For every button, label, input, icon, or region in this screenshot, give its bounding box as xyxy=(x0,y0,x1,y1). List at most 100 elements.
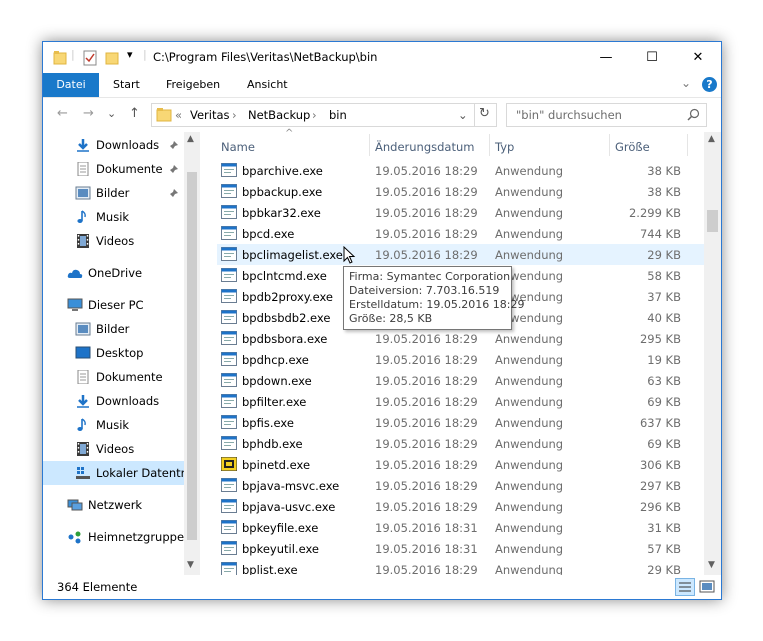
table-row[interactable]: bpkeyfile.exe 19.05.2016 18:31 Anwendung 31… xyxy=(217,517,704,538)
breadcrumb-netbackup[interactable]: NetBackup xyxy=(248,108,310,122)
sidebar-item-lokaler-datentraeger[interactable]: Lokaler Datenträ xyxy=(43,461,200,485)
sidebar-item-dieser-pc[interactable]: Dieser PC xyxy=(43,294,200,316)
navigation-pane: Downloads Dokumente Bilder Musik Videos … xyxy=(43,132,200,575)
table-row[interactable]: bpinetd.exe 19.05.2016 18:29 Anwendung 306 … xyxy=(217,454,704,475)
address-bar[interactable]: « Veritas › NetBackup › bin ⌄ ↻ xyxy=(151,103,497,127)
ribbon-expand-icon[interactable]: ⌄ xyxy=(681,76,691,90)
sidebar-item-label: OneDrive xyxy=(88,266,143,280)
sidebar-item-desktop[interactable]: Desktop xyxy=(43,342,200,364)
sidebar-item-musik-pc[interactable]: Musik xyxy=(43,414,200,436)
file-name: bpfilter.exe xyxy=(242,395,307,409)
table-row[interactable]: bpjava-usvc.exe 19.05.2016 18:29 Anwendung… xyxy=(217,496,704,517)
forward-arrow-icon[interactable]: → xyxy=(83,106,94,121)
download-arrow-icon xyxy=(77,395,89,408)
table-row[interactable]: bpclimagelist.exe 19.05.2016 18:29 Anwendu… xyxy=(217,244,704,265)
address-dropdown-icon[interactable]: ⌄ xyxy=(458,108,468,122)
customize-toolbar-icon[interactable]: ▾ xyxy=(127,48,133,61)
table-row[interactable]: bparchive.exe 19.05.2016 18:29 Anwendung 38… xyxy=(217,160,704,181)
refresh-icon[interactable]: ↻ xyxy=(479,106,490,121)
up-arrow-icon[interactable]: ↑ xyxy=(129,106,140,121)
document-icon xyxy=(77,162,89,176)
scroll-down-icon[interactable]: ▼ xyxy=(708,560,715,570)
pin-icon[interactable] xyxy=(169,140,179,150)
table-row[interactable]: bpdown.exe 19.05.2016 18:29 Anwendung 63 KB xyxy=(217,370,704,391)
file-list-scroll-thumb[interactable] xyxy=(707,210,718,232)
tab-ansicht[interactable]: Ansicht xyxy=(247,73,288,97)
sidebar-item-musik[interactable]: Musik xyxy=(43,206,200,228)
table-row[interactable]: bpdbsbora.exe 19.05.2016 18:29 Anwendung 29… xyxy=(217,328,704,349)
column-divider[interactable] xyxy=(369,134,370,156)
table-row[interactable]: bpcd.exe 19.05.2016 18:29 Anwendung 744 KB xyxy=(217,223,704,244)
pin-icon[interactable] xyxy=(169,188,179,198)
breadcrumb-bin[interactable]: bin xyxy=(329,108,347,122)
sidebar-item-bilder-pc[interactable]: Bilder xyxy=(43,318,200,340)
table-row[interactable]: bpdhcp.exe 19.05.2016 18:29 Anwendung 19 KB xyxy=(217,349,704,370)
sidebar-item-onedrive[interactable]: OneDrive xyxy=(43,262,200,284)
search-input[interactable]: "bin" durchsuchen xyxy=(506,103,707,127)
table-row[interactable]: bphdb.exe 19.05.2016 18:29 Anwendung 69 KB xyxy=(217,433,704,454)
table-row[interactable]: bpfis.exe 19.05.2016 18:29 Anwendung 637 KB xyxy=(217,412,704,433)
details-view-icon[interactable] xyxy=(675,578,695,596)
tab-datei[interactable]: Datei xyxy=(43,73,99,97)
close-button[interactable]: ✕ xyxy=(675,42,721,73)
back-arrow-icon[interactable]: ← xyxy=(57,106,68,121)
explorer-window: | ▾ | C:\Program Files\Veritas\NetBackup… xyxy=(42,41,722,600)
table-row[interactable]: bpfilter.exe 19.05.2016 18:29 Anwendung 69 … xyxy=(217,391,704,412)
file-type: Anwendung xyxy=(495,227,564,241)
application-exe-icon xyxy=(221,478,237,492)
film-icon xyxy=(77,234,89,248)
help-icon[interactable]: ? xyxy=(702,77,717,92)
music-note-icon xyxy=(77,418,86,431)
column-header-date[interactable]: Änderungsdatum xyxy=(375,140,474,154)
column-divider[interactable] xyxy=(687,134,688,156)
file-size: 31 KB xyxy=(647,521,681,535)
tab-start[interactable]: Start xyxy=(113,73,140,97)
column-divider[interactable] xyxy=(489,134,490,156)
file-size: 69 KB xyxy=(647,395,681,409)
column-header-type[interactable]: Typ xyxy=(495,140,514,154)
column-header-row: ^ Name Änderungsdatum Typ Größe xyxy=(217,128,704,160)
sidebar-item-downloads[interactable]: Downloads xyxy=(43,134,200,156)
navigation-scroll-thumb[interactable] xyxy=(187,172,197,540)
scroll-up-icon[interactable]: ▲ xyxy=(187,134,194,144)
breadcrumb-veritas[interactable]: Veritas xyxy=(190,108,230,122)
maximize-button[interactable]: ☐ xyxy=(629,42,675,73)
column-divider[interactable] xyxy=(609,134,610,156)
file-name: bphdb.exe xyxy=(242,437,303,451)
sidebar-item-dokumente[interactable]: Dokumente xyxy=(43,158,200,180)
column-header-size[interactable]: Größe xyxy=(615,140,650,154)
table-row[interactable]: bpbackup.exe 19.05.2016 18:29 Anwendung 38 … xyxy=(217,181,704,202)
file-size: 297 KB xyxy=(639,479,681,493)
file-date: 19.05.2016 18:29 xyxy=(375,479,478,493)
column-header-name[interactable]: Name xyxy=(221,140,255,154)
large-icons-view-icon[interactable] xyxy=(698,578,716,596)
recent-locations-icon[interactable]: ⌄ xyxy=(107,107,116,120)
navigation-scrollbar[interactable]: ▲ ▼ xyxy=(184,132,200,575)
file-name: bpclimagelist.exe xyxy=(242,248,343,262)
desktop-icon xyxy=(75,346,91,359)
sidebar-item-videos[interactable]: Videos xyxy=(43,230,200,252)
properties-icon[interactable] xyxy=(83,50,97,66)
new-folder-icon[interactable] xyxy=(105,50,119,66)
file-name: bpjava-msvc.exe xyxy=(242,479,340,493)
tab-freigeben[interactable]: Freigeben xyxy=(166,73,220,97)
table-row[interactable]: bpjava-msvc.exe 19.05.2016 18:29 Anwendung… xyxy=(217,475,704,496)
scroll-up-icon[interactable]: ▲ xyxy=(708,134,715,144)
sidebar-item-bilder[interactable]: Bilder xyxy=(43,182,200,204)
sidebar-item-heimnetzgruppe[interactable]: Heimnetzgruppe xyxy=(43,526,200,548)
pin-icon[interactable] xyxy=(169,164,179,174)
application-exe-icon xyxy=(221,415,237,429)
file-size: 37 KB xyxy=(647,290,681,304)
minimize-button[interactable]: — xyxy=(583,42,629,73)
breadcrumb-overflow[interactable]: « xyxy=(175,108,182,122)
sidebar-item-videos-pc[interactable]: Videos xyxy=(43,438,200,460)
application-exe-icon xyxy=(221,289,237,303)
sidebar-item-downloads-pc[interactable]: Downloads xyxy=(43,390,200,412)
scroll-down-icon[interactable]: ▼ xyxy=(187,560,194,570)
table-row[interactable]: bpkeyutil.exe 19.05.2016 18:31 Anwendung 57… xyxy=(217,538,704,559)
table-row[interactable]: bpbkar32.exe 19.05.2016 18:29 Anwendung 2.2… xyxy=(217,202,704,223)
sidebar-item-netzwerk[interactable]: Netzwerk xyxy=(43,494,200,516)
file-list-scrollbar[interactable]: ▲ ▼ xyxy=(704,132,721,575)
sidebar-item-dokumente-pc[interactable]: Dokumente xyxy=(43,366,200,388)
file-name: bparchive.exe xyxy=(242,164,323,178)
